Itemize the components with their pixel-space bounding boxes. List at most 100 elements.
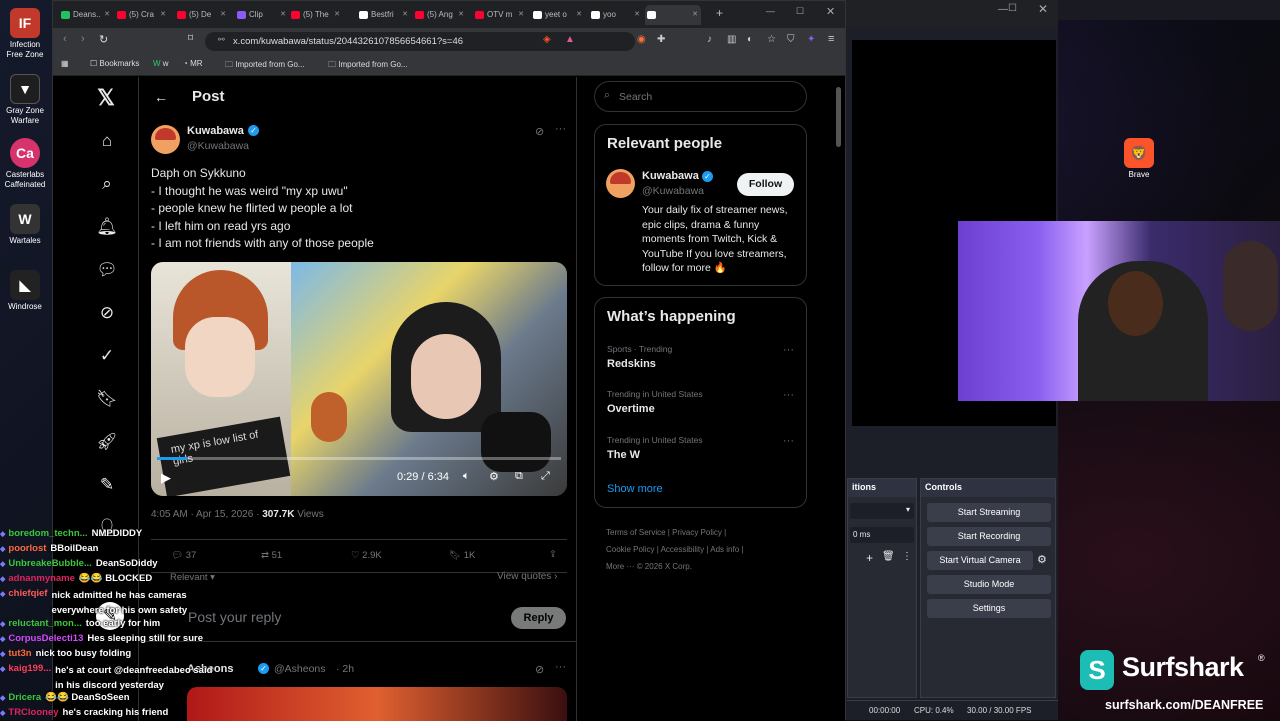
avatar[interactable] [151,125,180,154]
close-tab-icon[interactable]: ✕ [692,5,698,25]
back-arrow-icon[interactable]: ‹ [63,33,67,45]
popout-icon[interactable]: ⧉ [515,470,523,483]
bookmark-item[interactable]: ☐ Bookmarks [90,59,139,68]
chat-username[interactable]: CorpusDelecti13 [8,633,83,644]
gear-icon[interactable]: ⚙ [1037,553,1047,566]
close-tab-icon[interactable]: ✕ [458,5,464,25]
messages-icon[interactable]: 💬︎ [96,259,118,281]
minimize-icon[interactable]: — [998,4,1008,15]
desktop-icon-brave[interactable]: 🦁 Brave [1115,138,1163,180]
reload-icon[interactable]: ↻ [99,33,108,46]
bookmark-item[interactable]: ◔ MR [183,59,203,68]
trend-item[interactable]: Sports · Trending Redskins [607,344,672,370]
settings-gear-icon[interactable]: ⚙ [489,470,499,483]
start-virtual-camera-button[interactable]: Start Virtual Camera [927,551,1033,570]
author-handle[interactable]: @Kuwabawa [187,140,249,152]
follow-button[interactable]: Follow [737,173,794,196]
reply-author-handle[interactable]: @Asheons [274,663,326,675]
video-progress-track[interactable] [157,457,561,460]
menu-icon[interactable]: ≡ [828,33,834,45]
desktop-icon-infection-free-zone[interactable]: IF Infection Free Zone [1,8,49,60]
reply-action[interactable]: 💬︎ 37 [171,550,196,561]
search-icon[interactable]: ⌕ [96,173,118,195]
music-icon[interactable]: ♪ [707,34,712,45]
chat-username[interactable]: Dricera [8,692,41,703]
trash-icon[interactable]: 🗑 [882,551,895,562]
browser-tab[interactable]: (5) Ang ✕ [413,5,467,25]
add-icon[interactable]: + [866,551,873,565]
forward-arrow-icon[interactable]: › [81,33,85,45]
chat-username[interactable]: TRClooney [8,707,58,718]
bookmark-icon[interactable]: ⌑ [188,33,193,44]
x-logo-icon[interactable]: 𝕏 [95,87,117,109]
close-tab-icon[interactable]: ✕ [104,5,110,25]
author-name[interactable]: Kuwabawa [187,125,244,137]
browser-tab[interactable]: (5) Cra ✕ [115,5,169,25]
notifications-bell-icon[interactable]: 🔔︎ [96,216,118,238]
bookmark-action[interactable]: 🔖︎ 1K [449,550,475,561]
video-player[interactable]: my xp is low list of girls ▶ 0:29 / 6:34… [151,262,567,496]
trend-item[interactable]: Trending in United States Overtime [607,389,703,415]
back-arrow-icon[interactable]: ← [154,89,168,105]
grok-explain-icon[interactable]: ⊘ [535,125,544,138]
transition-duration-input[interactable]: 0 ms [850,527,914,543]
close-tab-icon[interactable]: ✕ [576,5,582,25]
maximize-icon[interactable]: ☐ [796,6,804,17]
bookmark-item[interactable]: W w [153,59,169,68]
sort-dropdown[interactable]: Relevant ▾ [170,572,215,583]
footer-link[interactable]: Accessibility [661,545,705,554]
desktop-icon-casterlabs[interactable]: Ca Casterlabs Caffeinated [1,138,49,190]
close-tab-icon[interactable]: ✕ [634,5,640,25]
close-tab-icon[interactable]: ✕ [334,5,340,25]
start-recording-button[interactable]: Start Recording [927,527,1051,546]
more-options-icon[interactable]: ··· [555,661,566,673]
footer-link[interactable]: Terms of Service [606,528,666,537]
play-icon[interactable]: ▶ [161,470,171,486]
more-options-icon[interactable]: ··· [783,435,794,447]
chat-username[interactable]: UnbreakeBubble... [8,558,91,569]
browser-tab[interactable]: ✕ [645,5,701,25]
view-quotes-link[interactable]: View quotes › [497,571,557,582]
maximize-icon[interactable]: ☐ [1008,3,1017,14]
share-icon[interactable]: ⇪ [549,549,557,560]
compose-icon[interactable]: ✎ [96,474,118,496]
avatar[interactable] [606,169,635,198]
chat-username[interactable]: adnanmyname [8,573,75,584]
more-vertical-icon[interactable]: ⋮ [902,551,912,562]
extensions-puzzle-icon[interactable]: ✚ [657,34,665,45]
footer-link[interactable]: Cookie Policy [606,545,654,554]
browser-tab[interactable]: Clip ✕ [235,5,289,25]
show-more-link[interactable]: Show more [607,483,663,495]
close-tab-icon[interactable]: ✕ [518,5,524,25]
footer-link[interactable]: Privacy Policy [672,528,722,537]
site-settings-icon[interactable]: ⚯ [218,35,225,44]
desktop-icon-wartales[interactable]: W Wartales [1,204,49,246]
more-options-icon[interactable]: ··· [555,123,566,135]
trend-item[interactable]: Trending in United States The W [607,435,703,461]
start-streaming-button[interactable]: Start Streaming [927,503,1051,522]
chat-username[interactable]: kaig199... [8,663,51,674]
new-tab-button[interactable]: + [716,6,723,20]
transition-select[interactable]: ▾ [850,503,914,519]
shield-icon[interactable]: ⛉ [787,34,795,45]
home-icon[interactable]: ⌂ [96,130,118,152]
scrollbar-thumb[interactable] [836,87,841,147]
brave-rewards-icon[interactable]: ▲ [565,34,575,45]
leo-ai-icon[interactable]: ✦ [807,34,815,45]
more-options-icon[interactable]: ··· [783,389,794,401]
reply-button[interactable]: Reply [511,607,566,629]
close-tab-icon[interactable]: ✕ [160,5,166,25]
rocket-icon[interactable]: 🚀︎ [96,431,118,453]
footer-link[interactable]: Ads info [710,545,739,554]
close-tab-icon[interactable]: ✕ [220,5,226,25]
browser-tab[interactable]: (5) De ✕ [175,5,229,25]
star-icon[interactable]: ☆ [767,34,776,45]
grok-icon[interactable]: ⊘ [96,302,118,324]
volume-icon[interactable]: 🔈︎ [463,470,470,483]
close-tab-icon[interactable]: ✕ [280,5,286,25]
reply-media[interactable] [187,687,567,721]
grok-explain-icon[interactable]: ⊘ [535,663,544,676]
settings-button[interactable]: Settings [927,599,1051,618]
browser-tab[interactable]: OTV m ✕ [473,5,527,25]
chat-username[interactable]: chiefqief [8,588,47,599]
